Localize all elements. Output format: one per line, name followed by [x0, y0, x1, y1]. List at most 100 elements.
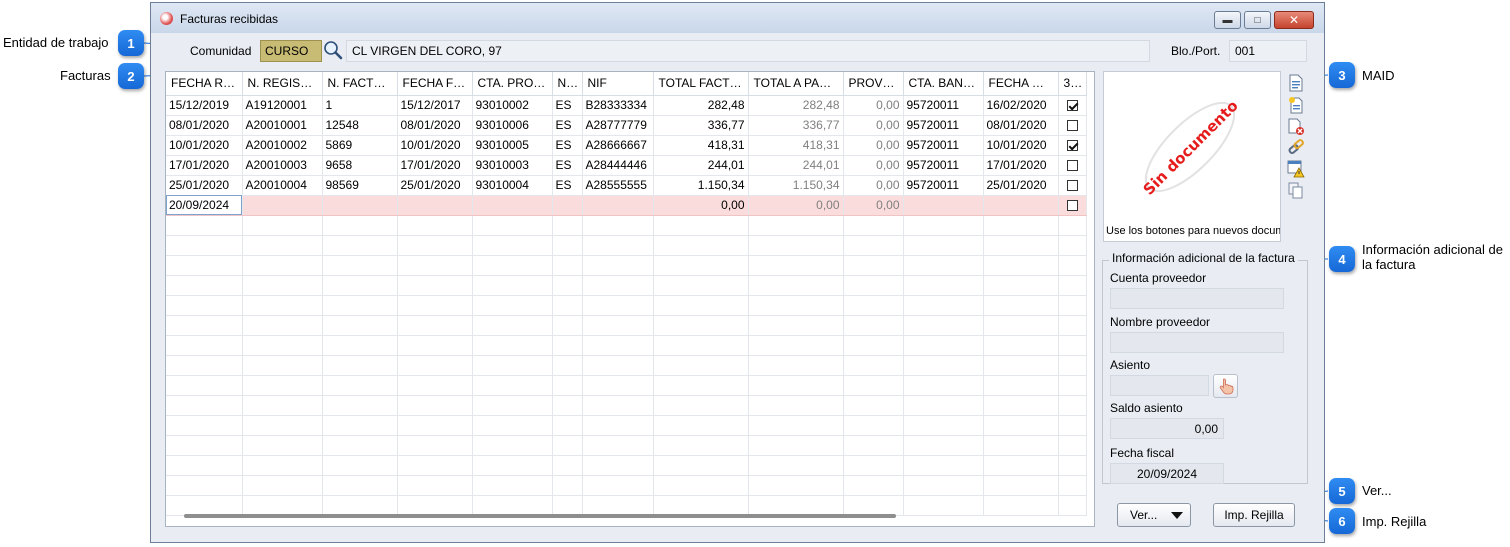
cell-provision[interactable]: 0,00 — [843, 135, 904, 156]
attach-link-button[interactable] — [1287, 138, 1305, 156]
column-header-nif[interactable]: NIF — [582, 72, 654, 96]
cell-fecha-fra[interactable]: 15/12/2017 — [397, 95, 473, 116]
cell-n-registro[interactable]: A20010003 — [242, 155, 323, 176]
cell-total-factura[interactable]: 282,48 — [653, 95, 749, 116]
table-row[interactable]: 10/01/2020 A20010002 5869 10/01/2020 9301000… — [166, 135, 1087, 156]
cell-n-registro[interactable]: A20010002 — [242, 135, 323, 156]
cell-cta-proveedor[interactable]: 93010004 — [472, 175, 553, 196]
column-header-n-registro[interactable]: N. REGISTRO — [242, 72, 323, 96]
column-header-fecha-fra[interactable]: FECHA FRA. — [397, 72, 473, 96]
cell-nif[interactable]: A28555555 — [582, 175, 654, 196]
invoices-grid[interactable]: FECHA REG. N. REGISTRO N. FACTURA FECHA … — [165, 71, 1095, 527]
cell-n-factura[interactable]: 98569 — [322, 175, 398, 196]
new-document-button[interactable] — [1287, 74, 1305, 92]
cell-total-factura[interactable]: 244,01 — [653, 155, 749, 176]
cell-n-factura[interactable]: 9658 — [322, 155, 398, 176]
cell-total-factura[interactable]: 1.150,34 — [653, 175, 749, 196]
cell-cta-banco[interactable] — [903, 195, 984, 216]
checkbox-347[interactable] — [1066, 140, 1078, 152]
cell-nif-pais[interactable]: ES — [552, 175, 583, 196]
title-bar[interactable]: Facturas recibidas ▬ □ ✕ — [151, 3, 1324, 33]
cell-n-registro[interactable]: A20010004 — [242, 175, 323, 196]
cell-nif[interactable] — [582, 195, 654, 216]
cell-fecha-contable[interactable] — [983, 195, 1059, 216]
cell-cta-proveedor[interactable]: 93010003 — [472, 155, 553, 176]
cell-cta-proveedor[interactable]: 93010005 — [472, 135, 553, 156]
table-row[interactable]: 17/01/2020 A20010003 9658 17/01/2020 9301000… — [166, 155, 1087, 176]
cell-total-factura[interactable]: 0,00 — [653, 195, 749, 216]
imp-rejilla-button[interactable]: Imp. Rejilla — [1213, 503, 1295, 527]
cell-n-registro[interactable]: A20010001 — [242, 115, 323, 136]
warning-document-button[interactable] — [1287, 160, 1305, 178]
cell-fecha-reg[interactable]: 17/01/2020 — [166, 155, 243, 176]
column-header-cta-proveedor[interactable]: CTA. PROVE... — [472, 72, 553, 96]
cell-cta-proveedor[interactable]: 93010002 — [472, 95, 553, 116]
cell-total-pagar[interactable]: 418,31 — [748, 135, 844, 156]
cell-fecha-fra[interactable]: 10/01/2020 — [397, 135, 473, 156]
cell-fecha-fra[interactable]: 25/01/2020 — [397, 175, 473, 196]
cell-cta-banco[interactable]: 95720011 — [903, 155, 984, 176]
cell-nif-pais[interactable] — [552, 195, 583, 216]
column-header-cta-banco[interactable]: CTA. BANCO — [903, 72, 984, 96]
cell-nif[interactable]: A28666667 — [582, 135, 654, 156]
comunidad-search-button[interactable] — [322, 38, 344, 62]
column-header-total-pagar[interactable]: TOTAL A PAGAR — [748, 72, 844, 96]
asiento-open-button[interactable] — [1213, 374, 1238, 398]
cell-provision[interactable]: 0,00 — [843, 155, 904, 176]
ver-button[interactable]: Ver... — [1117, 503, 1191, 527]
cell-provision[interactable]: 0,00 — [843, 115, 904, 136]
cell-fecha-fra[interactable]: 08/01/2020 — [397, 115, 473, 136]
checkbox-347[interactable] — [1066, 180, 1078, 192]
cell-nif-pais[interactable]: ES — [552, 95, 583, 116]
cell-n-registro[interactable]: A19120001 — [242, 95, 323, 116]
cell-total-pagar[interactable]: 282,48 — [748, 95, 844, 116]
minimize-button[interactable]: ▬ — [1214, 11, 1241, 29]
cell-total-pagar[interactable]: 336,77 — [748, 115, 844, 136]
cell-fecha-reg[interactable]: 25/01/2020 — [166, 175, 243, 196]
cell-cta-banco[interactable]: 95720011 — [903, 115, 984, 136]
checkbox-347[interactable] — [1066, 160, 1078, 172]
cell-total-factura[interactable]: 418,31 — [653, 135, 749, 156]
close-button[interactable]: ✕ — [1274, 11, 1314, 29]
cell-cta-banco[interactable]: 95720011 — [903, 135, 984, 156]
cell-cta-banco[interactable]: 95720011 — [903, 175, 984, 196]
cell-nif-pais[interactable]: ES — [552, 155, 583, 176]
cell-fecha-contable[interactable]: 16/02/2020 — [983, 95, 1059, 116]
cell-provision[interactable]: 0,00 — [843, 95, 904, 116]
cell-nif[interactable]: B28333334 — [582, 95, 654, 116]
column-header-nif-pais[interactable]: NIF — [552, 72, 583, 96]
column-header-provision[interactable]: PROVISI... — [843, 72, 904, 96]
cell-n-factura[interactable]: 1 — [322, 95, 398, 116]
cell-total-pagar[interactable]: 244,01 — [748, 155, 844, 176]
table-row[interactable]: 08/01/2020 A20010001 12548 08/01/2020 930100… — [166, 115, 1087, 136]
scan-document-button[interactable] — [1287, 96, 1305, 114]
delete-document-button[interactable] — [1287, 118, 1305, 136]
cell-n-factura[interactable]: 12548 — [322, 115, 398, 136]
column-header-fecha-reg[interactable]: FECHA REG. — [166, 72, 243, 96]
cell-nif[interactable]: A28444446 — [582, 155, 654, 176]
horizontal-scrollbar[interactable] — [184, 514, 896, 518]
cell-fecha-reg[interactable]: 15/12/2019 — [166, 95, 243, 116]
comunidad-code-input[interactable]: CURSO — [260, 40, 322, 62]
cell-fecha-reg[interactable]: 08/01/2020 — [166, 115, 243, 136]
cell-fecha-contable[interactable]: 25/01/2020 — [983, 175, 1059, 196]
table-row[interactable]: 15/12/2019 A19120001 1 15/12/2017 93010002 ES… — [166, 95, 1087, 116]
checkbox-347[interactable] — [1066, 200, 1078, 212]
cell-fecha-contable[interactable]: 08/01/2020 — [983, 115, 1059, 136]
checkbox-347[interactable] — [1066, 100, 1078, 112]
table-row[interactable]: 25/01/2020 A20010004 98569 25/01/2020 930100… — [166, 175, 1087, 196]
cell-total-pagar[interactable]: 0,00 — [748, 195, 844, 216]
cell-provision[interactable]: 0,00 — [843, 175, 904, 196]
cell-fecha-fra[interactable]: 17/01/2020 — [397, 155, 473, 176]
checkbox-347[interactable] — [1066, 120, 1078, 132]
column-header-total-factura[interactable]: TOTAL FACTURA — [653, 72, 749, 96]
column-header-fecha-contable[interactable]: FECHA CO... — [983, 72, 1059, 96]
cell-fecha-fra[interactable] — [397, 195, 473, 216]
copy-document-button[interactable] — [1287, 182, 1305, 200]
cell-provision[interactable]: 0,00 — [843, 195, 904, 216]
cell-n-factura[interactable] — [322, 195, 398, 216]
cell-nif[interactable]: A28777779 — [582, 115, 654, 136]
cell-total-factura[interactable]: 336,77 — [653, 115, 749, 136]
cell-fecha-reg[interactable]: 20/09/2024 — [166, 195, 243, 216]
maid-document-panel[interactable]: Sin documento Use los botones para nuevo… — [1103, 71, 1281, 242]
